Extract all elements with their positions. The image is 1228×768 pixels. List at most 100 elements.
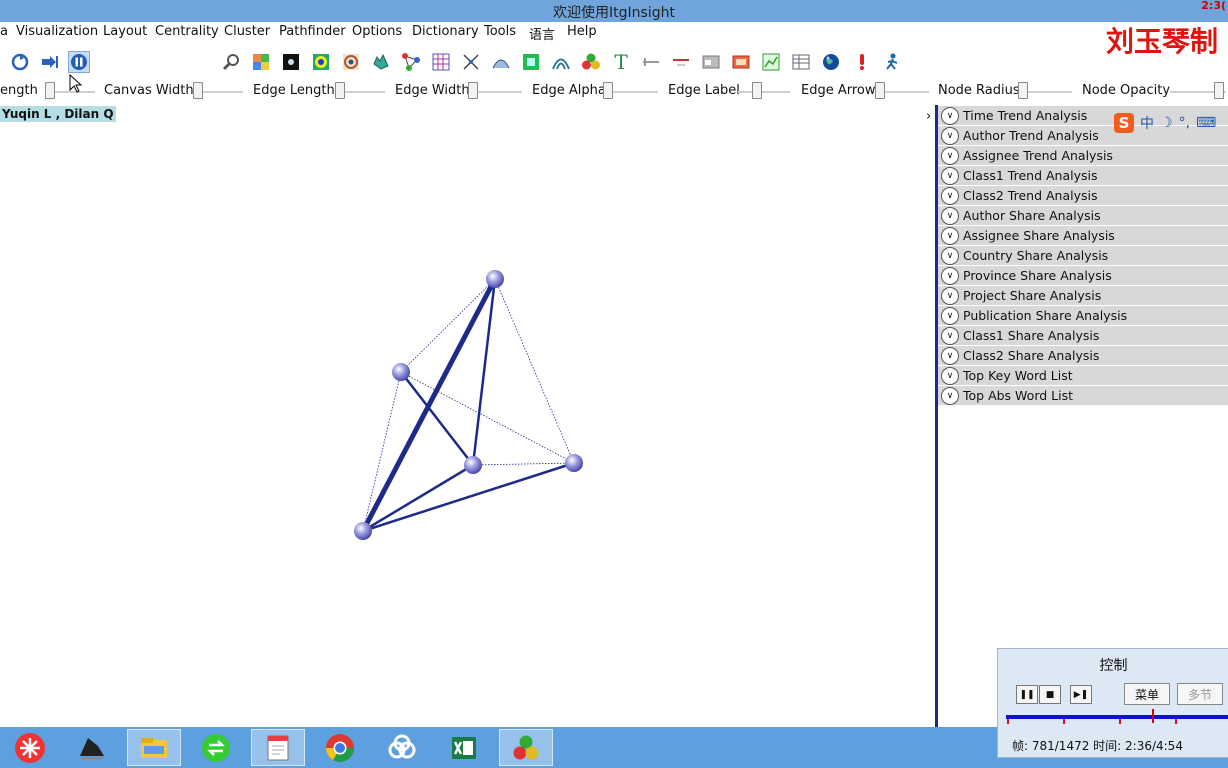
panel-item-province-share[interactable]: ∨ Province Share Analysis (938, 266, 1228, 285)
panel-item-top-abs-word[interactable]: ∨ Top Abs Word List (938, 386, 1228, 405)
collapse-panel-icon[interactable]: › (926, 109, 931, 124)
balls-icon[interactable] (580, 51, 602, 73)
network-canvas[interactable] (0, 74, 936, 727)
chevron-down-icon[interactable]: ∨ (941, 186, 959, 205)
multi-section-button[interactable]: 多节 (1177, 683, 1223, 705)
panel-item-author-share[interactable]: ∨ Author Share Analysis (938, 206, 1228, 225)
globe-icon[interactable] (820, 51, 842, 73)
photo-icon[interactable] (730, 51, 752, 73)
panel-item-top-key-word[interactable]: ∨ Top Key Word List (938, 366, 1228, 385)
target-icon[interactable] (310, 51, 332, 73)
edge-width-knob[interactable] (468, 82, 478, 99)
node-opacity-knob[interactable] (1214, 82, 1224, 99)
chevron-down-icon[interactable]: ∨ (941, 146, 959, 165)
menu-data[interactable]: a (0, 24, 8, 39)
chevron-down-icon[interactable]: ∨ (941, 206, 959, 225)
panel-item-class2-trend[interactable]: ∨ Class2 Trend Analysis (938, 186, 1228, 205)
pin-icon[interactable] (640, 51, 662, 73)
matrix-icon[interactable] (430, 51, 452, 73)
chevron-down-icon[interactable]: ∨ (941, 286, 959, 305)
panel-item-assignee-share[interactable]: ∨ Assignee Share Analysis (938, 226, 1228, 245)
curve-icon[interactable] (490, 51, 512, 73)
chevron-down-icon[interactable]: ∨ (941, 226, 959, 245)
table-icon[interactable] (790, 51, 812, 73)
map-icon[interactable] (370, 51, 392, 73)
node-radius-knob[interactable] (1018, 82, 1028, 99)
chevron-down-icon[interactable]: ∨ (941, 386, 959, 405)
green-square-icon[interactable] (520, 51, 542, 73)
excel-icon[interactable] (437, 729, 491, 766)
panel-item-class2-share[interactable]: ∨ Class2 Share Analysis (938, 346, 1228, 365)
app-launcher-icon[interactable] (3, 729, 57, 766)
chevron-down-icon[interactable]: ∨ (941, 246, 959, 265)
menu-pathfinder[interactable]: Pathfinder (279, 24, 346, 39)
window-icon[interactable] (700, 51, 722, 73)
edge-label-knob[interactable] (752, 82, 762, 99)
pause-icon[interactable] (68, 51, 90, 73)
menu-cluster[interactable]: Cluster (224, 24, 270, 39)
menu-layout[interactable]: Layout (103, 24, 147, 39)
edge-label-slider[interactable] (738, 91, 790, 93)
line-icon[interactable] (670, 51, 692, 73)
punctuation-icon[interactable]: °, (1179, 115, 1190, 131)
graph-node[interactable] (464, 456, 482, 474)
menu-language[interactable]: 语言 (529, 24, 555, 43)
file-explorer-icon[interactable] (127, 729, 181, 766)
edge-alpha-knob[interactable] (603, 82, 613, 99)
moon-icon[interactable]: ☽ (1160, 115, 1173, 131)
graph-node[interactable] (486, 270, 504, 288)
panel-item-assignee-trend[interactable]: ∨ Assignee Trend Analysis (938, 146, 1228, 165)
step-forward-icon[interactable] (39, 51, 61, 73)
menu-help[interactable]: Help (567, 24, 597, 39)
chevron-down-icon[interactable]: ∨ (941, 126, 959, 145)
chart-icon[interactable] (760, 51, 782, 73)
panel-item-class1-share[interactable]: ∨ Class1 Share Analysis (938, 326, 1228, 345)
ring-icon[interactable] (340, 51, 362, 73)
next-frame-button[interactable]: ▶❚ (1070, 685, 1092, 704)
panel-item-publication-share[interactable]: ∨ Publication Share Analysis (938, 306, 1228, 325)
chevron-down-icon[interactable]: ∨ (941, 346, 959, 365)
network-icon[interactable] (400, 51, 422, 73)
dock-icon[interactable] (65, 729, 119, 766)
canvas-width-knob[interactable] (193, 82, 203, 99)
ime-toolbar[interactable]: S 中 ☽ °, ⌨ (1114, 110, 1228, 136)
playback-progress-track[interactable] (1006, 715, 1228, 719)
menu-tools[interactable]: Tools (484, 24, 516, 39)
graph-node[interactable] (565, 454, 583, 472)
itginsight-icon[interactable] (499, 729, 553, 766)
chevron-down-icon[interactable]: ∨ (941, 306, 959, 325)
search-icon[interactable] (220, 51, 242, 73)
menu-visualization[interactable]: Visualization (16, 24, 98, 39)
stop-button[interactable]: ■ (1039, 685, 1061, 704)
panel-item-project-share[interactable]: ∨ Project Share Analysis (938, 286, 1228, 305)
color-grid-icon[interactable] (250, 51, 272, 73)
toolbar-search-input[interactable] (96, 51, 220, 73)
edge-length-knob[interactable] (335, 82, 345, 99)
chevron-down-icon[interactable]: ∨ (941, 326, 959, 345)
bulb-icon[interactable] (851, 51, 873, 73)
panel-item-country-share[interactable]: ∨ Country Share Analysis (938, 246, 1228, 265)
menu-button[interactable]: 菜单 (1124, 683, 1170, 705)
arc-icon[interactable] (550, 51, 572, 73)
black-square-icon[interactable] (280, 51, 302, 73)
walker-icon[interactable] (881, 51, 903, 73)
scissors-icon[interactable] (460, 51, 482, 73)
chevron-down-icon[interactable]: ∨ (941, 266, 959, 285)
recycle-icon[interactable] (9, 51, 31, 73)
menu-centrality[interactable]: Centrality (155, 24, 219, 39)
panel-item-class1-trend[interactable]: ∨ Class1 Trend Analysis (938, 166, 1228, 185)
sogou-logo-icon[interactable]: S (1114, 113, 1134, 133)
ime-mode-toggle[interactable]: 中 (1140, 113, 1154, 133)
chevron-down-icon[interactable]: ∨ (941, 366, 959, 385)
edge-arrow-knob[interactable] (875, 82, 885, 99)
keyboard-icon[interactable]: ⌨ (1196, 115, 1216, 131)
text-icon[interactable]: T (610, 50, 632, 74)
network-graph[interactable] (0, 105, 936, 727)
graph-node[interactable] (354, 522, 372, 540)
sync-icon[interactable] (189, 729, 243, 766)
chrome-icon[interactable] (313, 729, 367, 766)
notepad-icon[interactable] (251, 729, 305, 766)
menu-options[interactable]: Options (352, 24, 402, 39)
menu-dictionary[interactable]: Dictionary (412, 24, 479, 39)
baidu-cloud-icon[interactable] (375, 729, 429, 766)
